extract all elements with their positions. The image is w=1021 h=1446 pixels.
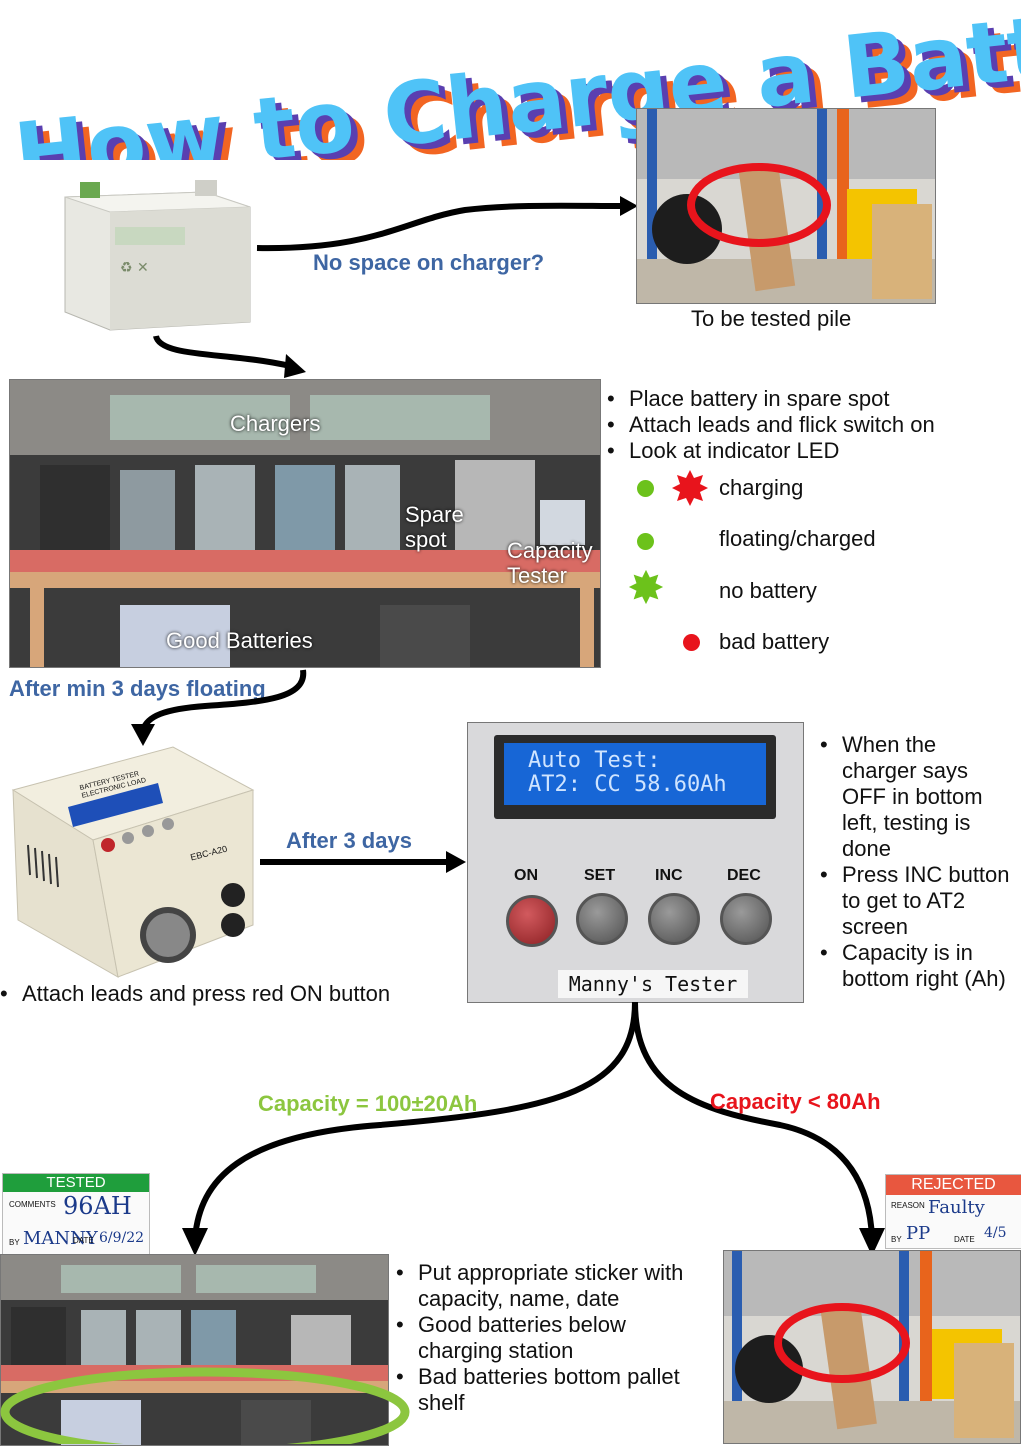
svg-text:♻ ✕: ♻ ✕ xyxy=(120,260,149,276)
rejected-date-value: 4/5 xyxy=(984,1225,1007,1241)
rejected-by-value: PP xyxy=(906,1223,931,1244)
capacity-tester-label-line1: Capacity xyxy=(507,538,593,563)
on-button[interactable] xyxy=(506,895,558,947)
note-item: Press INC button to get to AT2 screen xyxy=(820,862,1015,940)
rejected-sticker: REJECTED REASON Faulty BY PP DATE 4/5 xyxy=(885,1174,1021,1249)
tested-date-label: DATE xyxy=(73,1236,94,1245)
rejected-sticker-header: REJECTED xyxy=(886,1175,1021,1195)
battery-image: ♻ ✕ xyxy=(55,162,260,332)
battery-tester-device-image: BATTERY TESTER ELECTRONIC LOAD EBC-A20 xyxy=(8,745,260,980)
led-legend: charging floating/charged no battery bad… xyxy=(620,466,1015,666)
note-item: Bad batteries bottom pallet shelf xyxy=(396,1364,716,1416)
tested-by-label: BY xyxy=(9,1238,20,1247)
bad-capacity-label: Capacity < 80Ah xyxy=(710,1089,881,1114)
legend-label-bad-battery: bad battery xyxy=(719,629,830,654)
legend-label-floating: floating/charged xyxy=(719,526,876,551)
rejected-pile-photo xyxy=(723,1250,1021,1444)
legend-label-charging: charging xyxy=(719,475,804,500)
note-item: Put appropriate sticker with capacity, n… xyxy=(396,1260,716,1312)
dec-button[interactable] xyxy=(720,893,772,945)
arrow-to-tester xyxy=(131,669,307,746)
dec-button-label: DEC xyxy=(727,867,761,884)
legend-label-no-battery: no battery xyxy=(719,578,817,603)
pile-caption: To be tested pile xyxy=(691,306,852,331)
instruction-item: Look at indicator LED xyxy=(607,438,1017,464)
note-item: Capacity is in bottom right (Ah) xyxy=(820,940,1015,992)
tester-nameplate: Manny's Tester xyxy=(558,970,748,998)
instruction-item: Place battery in spare spot xyxy=(607,386,1017,412)
rejected-reason-value: Faulty xyxy=(928,1197,985,1218)
rejected-by-label: BY xyxy=(891,1235,902,1244)
good-batteries-highlight-ellipse xyxy=(0,1367,410,1444)
green-dot-icon xyxy=(637,533,654,550)
green-dot-icon xyxy=(637,480,654,497)
inc-button-label: INC xyxy=(655,867,683,884)
arrow-to-charging-station xyxy=(153,334,306,378)
red-dot-icon xyxy=(683,634,700,651)
to-be-tested-pile-photo xyxy=(636,108,936,304)
tested-sticker-header: TESTED xyxy=(3,1174,149,1192)
no-space-label: No space on charger? xyxy=(313,250,545,275)
good-batteries-label: Good Batteries xyxy=(166,628,313,653)
on-button-label: ON xyxy=(514,867,538,884)
inc-button[interactable] xyxy=(648,893,700,945)
tested-comments-label: COMMENTS xyxy=(9,1200,56,1209)
red-starburst-icon xyxy=(672,470,708,506)
set-button-label: SET xyxy=(584,867,616,884)
note-item: Good batteries below charging station xyxy=(396,1312,716,1364)
tested-date-value: 6/9/22 xyxy=(99,1230,145,1246)
green-starburst-icon xyxy=(628,569,664,605)
tester-lcd-screen: Auto Test: AT2: CC 58.60Ah xyxy=(504,743,766,805)
spare-spot-label-line2: spot xyxy=(405,527,447,552)
nameplate-text: Manny's Tester xyxy=(568,972,738,996)
charging-instructions: Place battery in spare spot Attach leads… xyxy=(607,386,1017,464)
tester-closeup-photo: Auto Test: AT2: CC 58.60Ah ON SET INC DE… xyxy=(467,722,804,1003)
capacity-tester-label-line2: Tester xyxy=(507,563,567,588)
final-notes: Put appropriate sticker with capacity, n… xyxy=(396,1260,716,1416)
outcome-branch-arrows xyxy=(182,1001,885,1256)
instruction-item: Attach leads and flick switch on xyxy=(607,412,1017,438)
chargers-label: Chargers xyxy=(230,411,321,436)
arrow-to-closeup xyxy=(260,851,466,873)
spare-spot-label-line1: Spare xyxy=(405,502,464,527)
tested-comments-value: 96AH xyxy=(63,1192,132,1220)
rejected-date-label: DATE xyxy=(954,1235,975,1244)
rejected-reason-label: REASON xyxy=(891,1201,925,1210)
tested-sticker: TESTED COMMENTS 96AH BY MANNY DATE 6/9/2… xyxy=(2,1173,150,1257)
note-item: When the charger says OFF in bottom left… xyxy=(820,732,1015,862)
lcd-line-1: Auto Test: xyxy=(528,748,661,773)
tester-notes: When the charger says OFF in bottom left… xyxy=(820,732,1015,992)
good-capacity-label: Capacity = 100±20Ah xyxy=(258,1091,478,1116)
set-button[interactable] xyxy=(576,893,628,945)
lcd-line-2: AT2: CC 58.60Ah xyxy=(528,772,727,797)
